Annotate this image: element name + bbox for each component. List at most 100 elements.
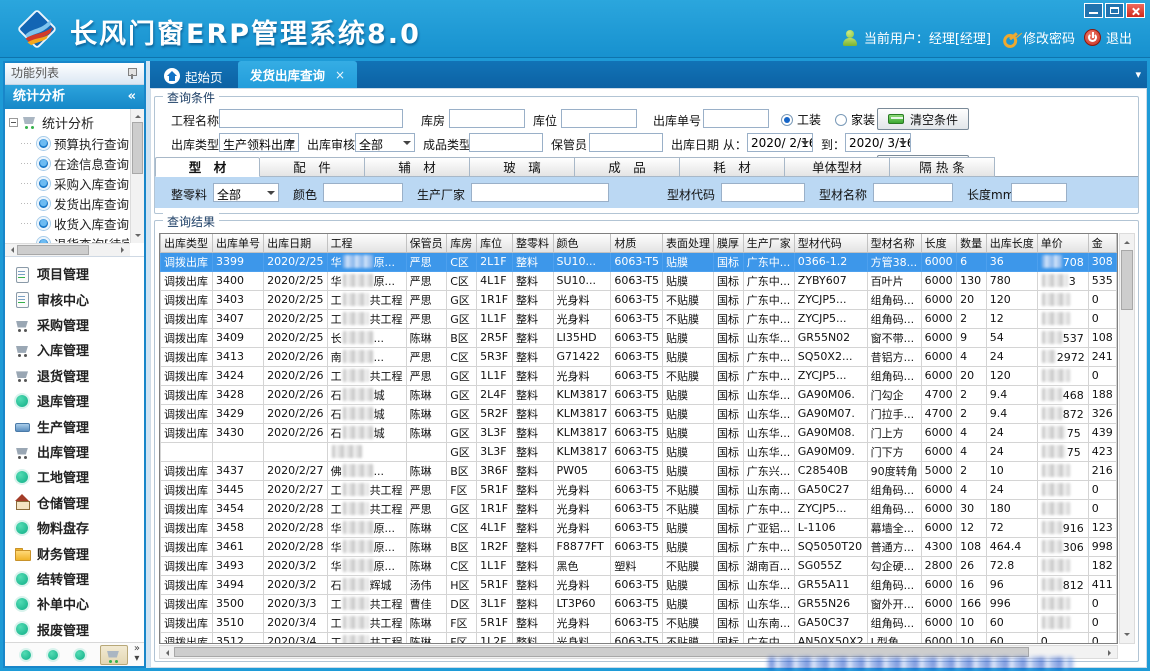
column-header[interactable]: 单价 xyxy=(1037,234,1088,252)
table-cell[interactable]: 6063-T5 xyxy=(611,537,663,556)
table-cell[interactable]: SG055Z xyxy=(794,556,867,575)
table-cell[interactable]: 国标 xyxy=(714,499,744,518)
table-cell[interactable] xyxy=(161,442,213,461)
table-cell[interactable]: G区 xyxy=(447,385,477,404)
table-cell[interactable]: 26 xyxy=(957,556,987,575)
table-cell[interactable]: 120 xyxy=(986,290,1037,309)
table-cell[interactable]: 9.4 xyxy=(986,404,1037,423)
table-cell[interactable]: 3430 xyxy=(213,423,264,442)
table-cell[interactable]: 708 xyxy=(1037,252,1088,271)
table-cell[interactable]: 佛... xyxy=(327,461,406,480)
table-row[interactable]: G区3L3F整料KLM38176063-T5贴膜国标山东华...GA90M09.… xyxy=(161,442,1117,461)
table-cell[interactable]: 山东南... xyxy=(743,480,794,499)
table-cell[interactable]: 国标 xyxy=(714,518,744,537)
table-cell[interactable]: 整料 xyxy=(512,404,553,423)
table-cell[interactable]: 3 xyxy=(1037,271,1088,290)
table-cell[interactable]: 石城 xyxy=(327,385,406,404)
table-cell[interactable]: 组角码... xyxy=(867,575,921,594)
tab-close-icon[interactable]: × xyxy=(335,68,345,82)
table-cell[interactable]: 6 xyxy=(957,252,987,271)
pin-icon[interactable] xyxy=(127,68,137,80)
table-cell[interactable]: 石辉城 xyxy=(327,575,406,594)
column-header[interactable]: 金 xyxy=(1088,234,1116,252)
maximize-button[interactable] xyxy=(1105,3,1124,18)
table-cell[interactable]: 6000 xyxy=(921,309,956,328)
table-cell[interactable]: 6063-T5 xyxy=(611,366,663,385)
table-cell[interactable]: GA90M07. xyxy=(794,404,867,423)
table-cell[interactable]: 整料 xyxy=(512,575,553,594)
table-cell[interactable]: 166 xyxy=(957,594,987,613)
table-cell[interactable]: 3400 xyxy=(213,271,264,290)
table-cell[interactable]: 439 xyxy=(1088,423,1116,442)
table-cell[interactable]: 3429 xyxy=(213,404,264,423)
table-cell[interactable]: 组角码... xyxy=(867,499,921,518)
table-cell[interactable]: 山东华... xyxy=(743,594,794,613)
material-tab[interactable]: 隔 热 条 xyxy=(890,157,995,177)
tree-horizontal-scrollbar[interactable] xyxy=(5,243,130,256)
table-cell[interactable]: 石城 xyxy=(327,423,406,442)
table-cell[interactable]: 24 xyxy=(986,423,1037,442)
table-cell[interactable]: 光身料 xyxy=(553,290,611,309)
table-cell[interactable] xyxy=(406,442,447,461)
table-cell[interactable]: 国标 xyxy=(714,442,744,461)
table-cell[interactable]: 24 xyxy=(986,347,1037,366)
table-cell[interactable] xyxy=(1037,461,1088,480)
table-cell[interactable]: 75 xyxy=(1037,442,1088,461)
table-cell[interactable]: 306 xyxy=(1037,537,1088,556)
table-cell[interactable]: 广东中... xyxy=(743,252,794,271)
table-cell[interactable]: 调拨出库 xyxy=(161,518,213,537)
date-to-picker[interactable]: 2020/ 3/16 xyxy=(845,133,911,152)
table-cell[interactable]: 108 xyxy=(957,537,987,556)
sidebar-menu-item[interactable]: 结转管理 xyxy=(5,566,144,591)
table-cell[interactable]: 贴膜 xyxy=(663,442,714,461)
table-cell[interactable]: 36 xyxy=(986,252,1037,271)
table-cell[interactable]: G区 xyxy=(447,309,477,328)
table-cell[interactable]: 6063-T5 xyxy=(611,575,663,594)
table-cell[interactable]: 2020/2/28 xyxy=(264,499,327,518)
table-cell[interactable]: 组角码... xyxy=(867,290,921,309)
table-cell[interactable]: 3R6F xyxy=(477,461,513,480)
sidebar-menu-item[interactable]: 财务管理 xyxy=(5,540,144,565)
table-cell[interactable]: C区 xyxy=(447,556,477,575)
sidebar-menu-item[interactable]: 项目管理 xyxy=(5,261,144,286)
table-cell[interactable]: 门下方 xyxy=(867,442,921,461)
table-cell[interactable]: 整料 xyxy=(512,328,553,347)
table-cell[interactable]: 国标 xyxy=(714,461,744,480)
table-cell[interactable]: 不贴膜 xyxy=(663,290,714,309)
table-cell[interactable]: 整料 xyxy=(512,461,553,480)
length-input[interactable] xyxy=(1011,183,1067,202)
table-cell[interactable]: 188 xyxy=(1088,385,1116,404)
table-cell[interactable]: 3L1F xyxy=(477,594,513,613)
table-cell[interactable]: 30 xyxy=(957,499,987,518)
dot-icon[interactable] xyxy=(73,648,87,662)
table-cell[interactable]: 6000 xyxy=(921,480,956,499)
table-cell[interactable]: 光身料 xyxy=(553,309,611,328)
table-cell[interactable]: 5R1F xyxy=(477,480,513,499)
table-cell[interactable]: 120 xyxy=(986,366,1037,385)
table-cell[interactable]: 调拨出库 xyxy=(161,404,213,423)
table-cell[interactable]: 贴膜 xyxy=(663,404,714,423)
table-cell[interactable]: 石城 xyxy=(327,404,406,423)
table-cell[interactable]: 不贴膜 xyxy=(663,309,714,328)
table-cell[interactable]: 广东中... xyxy=(743,499,794,518)
table-cell[interactable]: 6000 xyxy=(921,594,956,613)
table-cell[interactable]: 光身料 xyxy=(553,613,611,632)
table-cell[interactable]: 6063-T5 xyxy=(611,252,663,271)
table-cell[interactable]: 130 xyxy=(957,271,987,290)
table-cell[interactable]: 华原... xyxy=(327,252,406,271)
table-cell[interactable]: 整料 xyxy=(512,290,553,309)
table-cell[interactable]: 整料 xyxy=(512,442,553,461)
column-header[interactable]: 库房 xyxy=(447,234,477,252)
scrollbar-thumb[interactable] xyxy=(17,245,89,255)
table-cell[interactable]: 国标 xyxy=(714,423,744,442)
table-cell[interactable]: G区 xyxy=(447,423,477,442)
table-cell[interactable] xyxy=(1037,594,1088,613)
table-cell[interactable]: 4L1F xyxy=(477,518,513,537)
table-row[interactable]: 调拨出库34092020/2/25长...陈琳B区2R5F整料LI35HD606… xyxy=(161,328,1117,347)
table-cell[interactable]: 陈琳 xyxy=(406,518,447,537)
scrollbar-thumb[interactable] xyxy=(174,647,1029,657)
table-cell[interactable]: 国标 xyxy=(714,480,744,499)
table-cell[interactable]: 2020/2/26 xyxy=(264,366,327,385)
table-cell[interactable]: 整料 xyxy=(512,252,553,271)
table-cell[interactable]: 0 xyxy=(1088,480,1116,499)
